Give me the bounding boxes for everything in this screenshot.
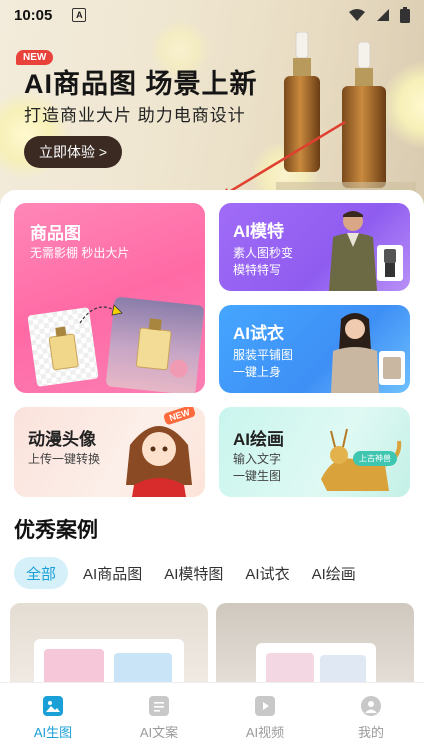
bottom-tab-bar: AI生图 AI文案 AI视频 我的	[0, 682, 424, 754]
filter-ai-model[interactable]: AI模特图	[157, 557, 230, 589]
model-card-title: AI模特	[233, 222, 284, 241]
draw-card-line2: 一键生图	[233, 469, 282, 483]
try-now-button[interactable]: 立即体验 >	[24, 136, 122, 168]
signal-icon	[377, 9, 389, 21]
feature-card-ai-model[interactable]: AI模特 素人图秒变 模特特写	[219, 203, 410, 291]
product-card-subtitle: 无需影棚 秒出大片	[30, 246, 130, 260]
wifi-icon	[349, 9, 365, 21]
female-model-image	[331, 313, 379, 393]
tab-label: AI视频	[245, 725, 285, 740]
document-icon	[149, 696, 169, 716]
tab-ai-image[interactable]: AI生图	[0, 683, 106, 754]
tab-ai-copywriting[interactable]: AI文案	[106, 683, 212, 754]
notification-icon: A	[72, 8, 87, 22]
transform-arrow-icon	[79, 304, 123, 324]
filter-all[interactable]: 全部	[14, 557, 69, 589]
feature-card-anime-avatar[interactable]: 动漫头像 上传一键转换 NEW	[14, 407, 205, 497]
video-icon	[255, 696, 275, 716]
tryon-card-line1: 服装平铺图	[233, 348, 294, 362]
tab-label: AI生图	[33, 725, 73, 740]
hero-title: AI商品图 场景上新	[24, 69, 258, 99]
tab-label: AI文案	[139, 725, 179, 740]
tab-label: 我的	[357, 725, 384, 740]
draw-card-title: AI绘画	[233, 430, 284, 449]
tryon-card-title: AI试衣	[233, 324, 284, 343]
filter-ai-drawing[interactable]: AI绘画	[305, 557, 363, 589]
user-icon	[361, 696, 381, 716]
outfit-thumbnail	[377, 245, 403, 281]
model-card-line2: 模特特写	[233, 263, 282, 277]
status-time: 10:05	[14, 6, 53, 24]
status-bar: 10:05 A	[0, 0, 424, 30]
model-card-line1: 素人图秒变	[233, 246, 294, 260]
avatar-card-subtitle: 上传一键转换	[28, 452, 101, 466]
draw-style-tag: 上古神兽	[353, 451, 397, 466]
draw-card-line1: 输入文字	[233, 452, 282, 466]
filter-ai-product[interactable]: AI商品图	[76, 557, 149, 589]
hero-banner[interactable]: NEW AI商品图 场景上新 打造商业大片 助力电商设计 立即体验 >	[0, 0, 424, 210]
product-card-title: 商品图	[30, 224, 81, 243]
feature-card-ai-drawing[interactable]: AI绘画 输入文字 一键生图 上古神兽	[219, 407, 410, 497]
male-model-image	[329, 211, 377, 291]
battery-icon	[400, 7, 410, 23]
avatar-card-title: 动漫头像	[28, 430, 96, 449]
feature-card-ai-tryon[interactable]: AI试衣 服装平铺图 一键上身	[219, 305, 410, 393]
tab-profile[interactable]: 我的	[318, 683, 424, 754]
tryon-card-line2: 一键上身	[233, 365, 282, 379]
image-icon	[43, 696, 63, 716]
garment-thumbnail	[379, 351, 405, 385]
filter-ai-tryon[interactable]: AI试衣	[238, 557, 296, 589]
feature-card-product[interactable]: 商品图 无需影棚 秒出大片	[14, 203, 205, 393]
anime-girl-image	[126, 426, 192, 497]
case-filter-tabs: 全部 AI商品图 AI模特图 AI试衣 AI绘画	[14, 557, 363, 589]
tab-ai-video[interactable]: AI视频	[212, 683, 318, 754]
cases-section-title: 优秀案例	[14, 519, 98, 542]
